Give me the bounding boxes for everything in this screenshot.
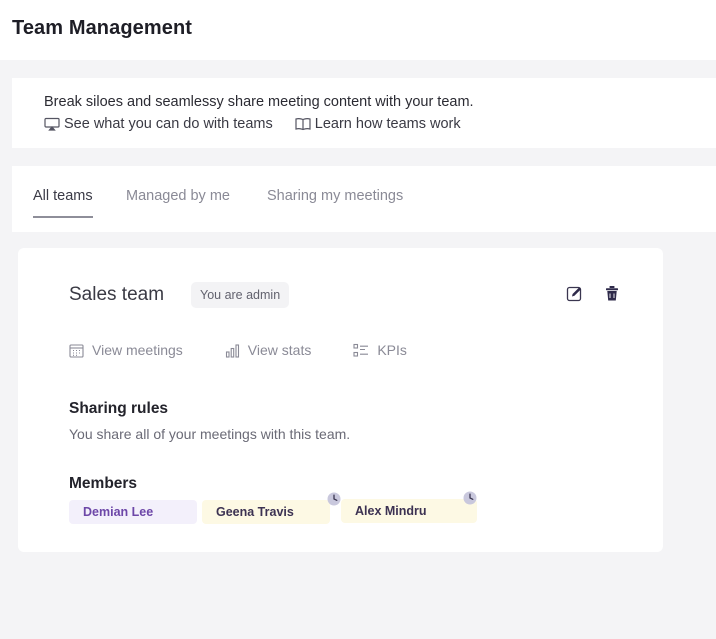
- team-management-page: Team Management Break siloes and seamles…: [0, 0, 716, 639]
- tab-all-teams[interactable]: All teams: [33, 188, 93, 218]
- delete-team-button[interactable]: [605, 285, 619, 302]
- member-chip[interactable]: Alex Mindru: [341, 499, 477, 523]
- team-card: Sales team You are admin View meetings V…: [18, 248, 663, 552]
- view-stats-label: View stats: [247, 342, 312, 358]
- tabs-bar: All teams Managed by me Sharing my meeti…: [12, 166, 716, 232]
- learn-how-teams-work-label: Learn how teams work: [314, 116, 461, 132]
- view-meetings-link[interactable]: View meetings: [69, 342, 183, 358]
- book-icon: [295, 117, 311, 131]
- info-links: See what you can do with teams Learn how…: [44, 116, 461, 132]
- page-title: Team Management: [12, 17, 193, 39]
- sharing-rules-title: Sharing rules: [69, 400, 169, 417]
- tab-managed-by-me[interactable]: Managed by me: [126, 188, 230, 216]
- view-stats-link[interactable]: View stats: [225, 342, 312, 358]
- kpis-link[interactable]: KPIs: [353, 342, 407, 358]
- admin-badge: You are admin: [191, 282, 290, 308]
- edit-team-button[interactable]: [566, 285, 583, 302]
- pending-clock-icon: [327, 492, 341, 506]
- kpis-label: KPIs: [377, 342, 407, 358]
- tab-sharing-my-meetings[interactable]: Sharing my meetings: [267, 188, 403, 216]
- calendar-icon: [69, 343, 84, 358]
- learn-how-teams-work-link[interactable]: Learn how teams work: [295, 116, 461, 132]
- screen-icon: [44, 117, 60, 131]
- team-quick-links: View meetings View stats KPIs: [69, 342, 449, 358]
- member-chip[interactable]: Geena Travis: [202, 500, 330, 524]
- view-meetings-label: View meetings: [92, 342, 183, 358]
- title-bar: Team Management: [0, 0, 716, 60]
- pending-clock-icon: [463, 491, 477, 505]
- trash-icon: [605, 285, 619, 302]
- info-text: Break siloes and seamlessy share meeting…: [44, 94, 474, 110]
- info-card: Break siloes and seamlessy share meeting…: [12, 78, 716, 148]
- member-chip[interactable]: Demian Lee: [69, 500, 197, 524]
- bar-chart-icon: [225, 343, 240, 358]
- edit-icon: [566, 285, 583, 302]
- sharing-rules-text: You share all of your meetings with this…: [69, 426, 351, 442]
- checklist-icon: [353, 343, 369, 358]
- members-title: Members: [69, 475, 138, 492]
- see-what-you-can-do-link[interactable]: See what you can do with teams: [44, 116, 273, 132]
- see-what-you-can-do-label: See what you can do with teams: [64, 116, 273, 132]
- team-name: Sales team: [69, 284, 165, 305]
